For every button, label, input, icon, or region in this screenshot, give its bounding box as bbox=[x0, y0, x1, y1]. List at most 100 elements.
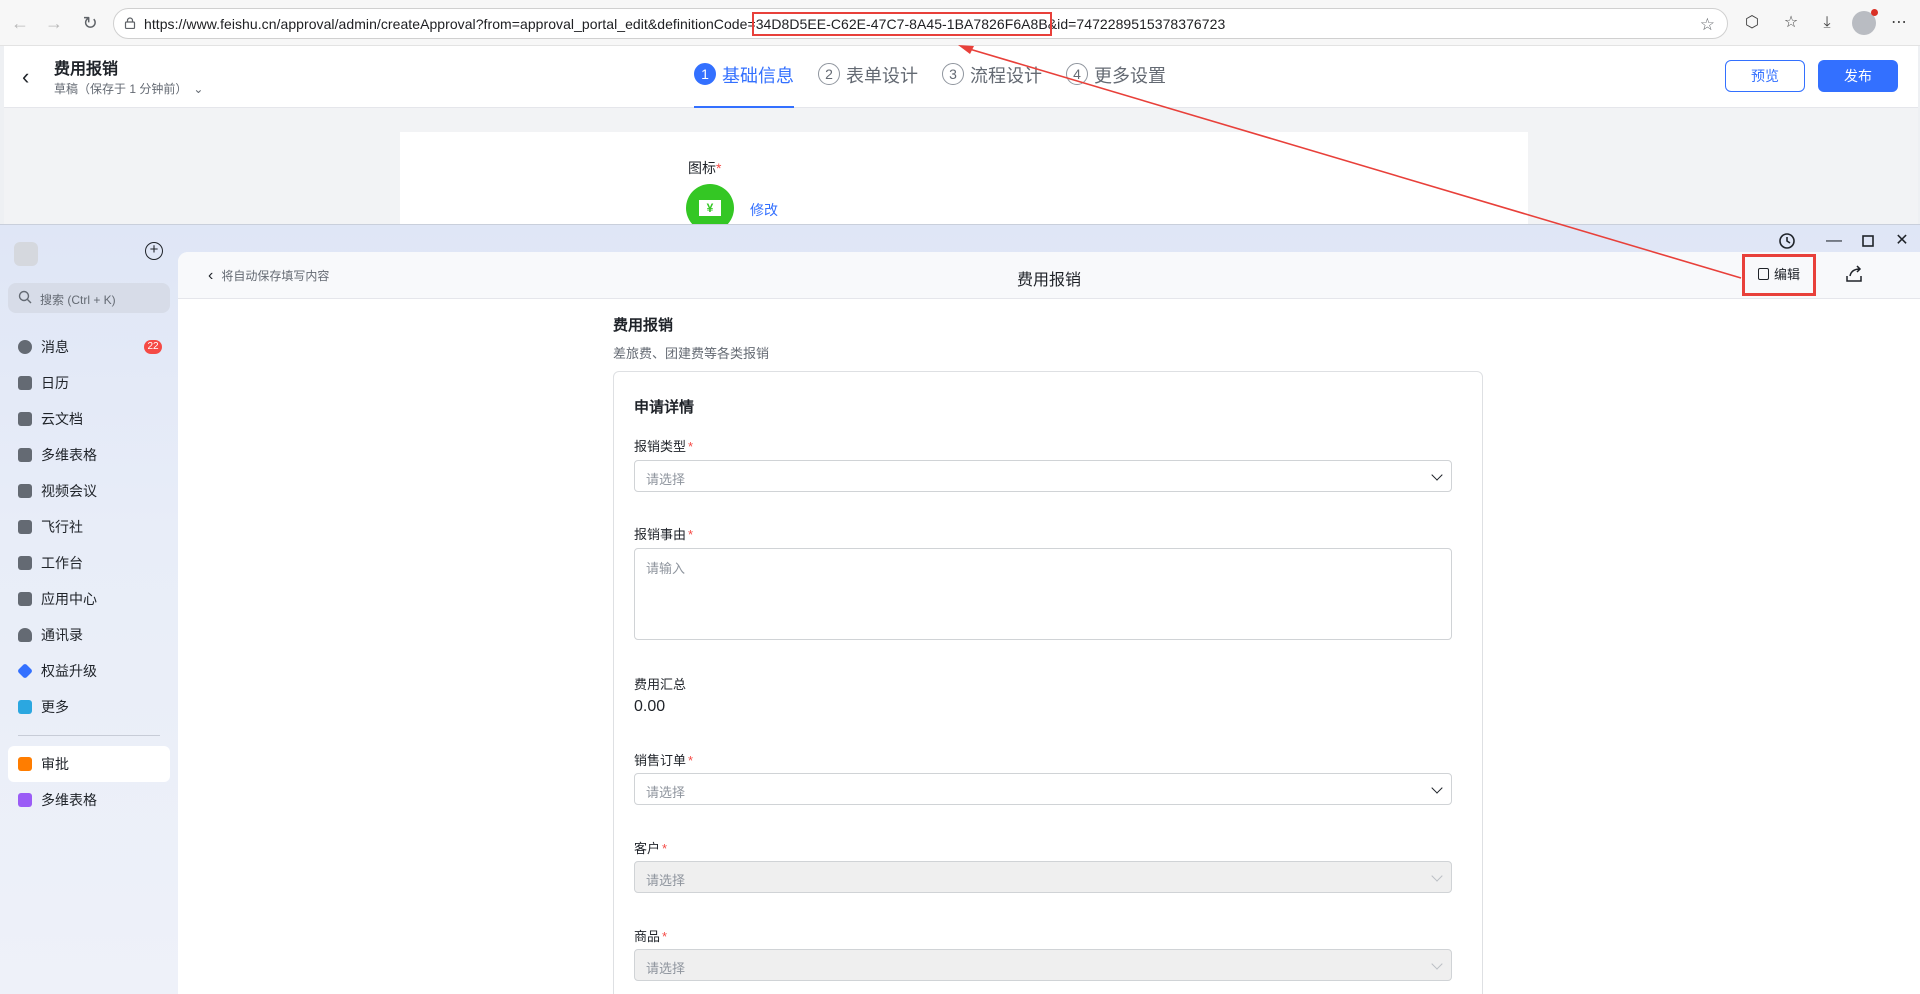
share-icon[interactable] bbox=[1844, 264, 1864, 284]
search-placeholder: 搜索 (Ctrl + K) bbox=[40, 293, 116, 307]
search-input[interactable]: 搜索 (Ctrl + K) bbox=[8, 283, 170, 313]
step-form-design[interactable]: 2 表单设计 bbox=[818, 62, 918, 108]
search-icon bbox=[18, 290, 32, 304]
type-select[interactable]: 请选择 bbox=[634, 460, 1452, 492]
plus-icon[interactable]: + bbox=[145, 242, 163, 260]
user-avatar[interactable] bbox=[14, 242, 38, 266]
sidebar-item-workplace[interactable]: 工作台 bbox=[8, 545, 170, 581]
sidebar-item-app-center[interactable]: 应用中心 bbox=[8, 581, 170, 617]
step-process-design[interactable]: 3 流程设计 bbox=[942, 62, 1042, 108]
chevron-down-icon: ⌄ bbox=[193, 82, 204, 96]
step-basic-info[interactable]: 1 基础信息 bbox=[694, 62, 794, 108]
field-label-type: 报销类型 * bbox=[634, 436, 693, 455]
extensions-icon[interactable]: ⬡ bbox=[1741, 12, 1763, 34]
approval-description: 差旅费、团建费等各类报销 bbox=[613, 346, 770, 361]
admin-body: 图标* ¥ 修改 bbox=[4, 108, 1918, 242]
base-icon bbox=[18, 448, 32, 462]
field-label-product: 商品 * bbox=[634, 926, 667, 945]
minimize-icon[interactable]: — bbox=[1822, 231, 1846, 251]
label-text: 费用汇总 bbox=[634, 677, 687, 692]
forward-arrow-icon[interactable]: → bbox=[44, 13, 64, 33]
preview-button[interactable]: 预览 bbox=[1725, 60, 1805, 92]
sidebar-item-approval[interactable]: 审批 bbox=[8, 746, 170, 782]
customer-select[interactable]: 请选择 bbox=[634, 861, 1452, 893]
draft-status[interactable]: 草稿（保存于 1 分钟前） ⌄ bbox=[54, 80, 203, 97]
icon-field-label: 图标* bbox=[688, 158, 721, 178]
step-tabs: 1 基础信息 2 表单设计 3 流程设计 4 更多设置 bbox=[694, 62, 1166, 108]
download-icon[interactable]: ⤓ bbox=[1816, 12, 1838, 34]
sidebar-item-docs[interactable]: 云文档 bbox=[8, 401, 170, 437]
label-text: 客户 bbox=[634, 841, 661, 856]
required-mark: * bbox=[688, 439, 694, 454]
sidebar-item-flying-club[interactable]: 飞行社 bbox=[8, 509, 170, 545]
field-label-order: 销售订单 * bbox=[634, 750, 693, 769]
chat-icon bbox=[18, 340, 32, 354]
close-icon[interactable]: ✕ bbox=[1890, 231, 1914, 251]
edit-button[interactable]: 编辑 bbox=[1742, 254, 1816, 296]
required-mark: * bbox=[716, 160, 722, 176]
diamond-icon bbox=[17, 663, 33, 679]
sidebar-item-base[interactable]: 多维表格 bbox=[8, 437, 170, 473]
order-select[interactable]: 请选择 bbox=[634, 773, 1452, 805]
edit-doc-icon bbox=[1757, 268, 1769, 280]
sidebar-item-label: 权益升级 bbox=[41, 663, 97, 679]
history-icon[interactable] bbox=[1775, 231, 1799, 251]
sidebar-item-upgrade[interactable]: 权益升级 bbox=[8, 653, 170, 689]
chevron-down-icon bbox=[1431, 469, 1443, 481]
contacts-icon bbox=[18, 628, 32, 642]
sidebar-item-calendar[interactable]: 日历 bbox=[8, 365, 170, 401]
sidebar-item-more[interactable]: 更多 bbox=[8, 689, 170, 725]
maximize-icon[interactable] bbox=[1856, 231, 1880, 251]
sidebar-item-label: 云文档 bbox=[41, 411, 83, 427]
video-icon bbox=[18, 484, 32, 498]
bookmark-star-icon[interactable]: ☆ bbox=[1700, 15, 1715, 35]
sidebar-item-label: 消息 bbox=[41, 339, 69, 355]
label-text: 报销类型 bbox=[634, 439, 687, 454]
product-select[interactable]: 请选择 bbox=[634, 949, 1452, 981]
step-label: 流程设计 bbox=[970, 66, 1042, 86]
sidebar-item-label: 工作台 bbox=[41, 555, 83, 571]
sidebar-item-label: 通讯录 bbox=[41, 627, 83, 643]
sidebar-item-messages[interactable]: 消息 22 bbox=[8, 329, 170, 365]
admin-title: 费用报销 bbox=[54, 61, 119, 78]
docs-icon bbox=[18, 412, 32, 426]
unread-badge: 22 bbox=[144, 340, 162, 354]
sidebar-item-contacts[interactable]: 通讯录 bbox=[8, 617, 170, 653]
modify-icon-link[interactable]: 修改 bbox=[750, 200, 778, 220]
sidebar-item-meetings[interactable]: 视频会议 bbox=[8, 473, 170, 509]
sidebar-item-label: 应用中心 bbox=[41, 591, 97, 607]
field-label-reason: 报销事由 * bbox=[634, 524, 693, 543]
grid-icon bbox=[18, 556, 32, 570]
sidebar-item-label: 多维表格 bbox=[41, 792, 97, 808]
required-mark: * bbox=[688, 753, 694, 768]
placeholder: 请选择 bbox=[646, 873, 686, 888]
draft-status-text: 草稿（保存于 1 分钟前） bbox=[54, 82, 188, 96]
base-icon bbox=[18, 793, 32, 807]
chevron-down-icon bbox=[1431, 958, 1443, 970]
url-text: https://www.feishu.cn/approval/admin/cre… bbox=[144, 12, 1225, 36]
url-prefix: https://www.feishu.cn/approval/admin/cre… bbox=[144, 16, 756, 32]
label-text: 销售订单 bbox=[634, 753, 687, 768]
step-more-settings[interactable]: 4 更多设置 bbox=[1066, 62, 1166, 108]
sidebar-item-label: 更多 bbox=[41, 699, 69, 715]
calendar-icon bbox=[18, 376, 32, 390]
step-number: 2 bbox=[818, 63, 840, 85]
step-label: 表单设计 bbox=[846, 66, 918, 86]
publish-button[interactable]: 发布 bbox=[1818, 60, 1898, 92]
favorites-icon[interactable]: ☆ bbox=[1780, 12, 1802, 34]
address-bar[interactable]: https://www.feishu.cn/approval/admin/cre… bbox=[113, 8, 1728, 39]
nav-list: 消息 22 日历 云文档 多维表格 视频会议 飞行社 工作台 应用中心 通讯录 权… bbox=[8, 329, 170, 818]
approval-form-panel: ‹ 将自动保存填写内容 费用报销 编辑 费用报销 差旅费、团建费等各类报销 申请详… bbox=[178, 252, 1920, 994]
reason-textarea[interactable]: 请输入 bbox=[634, 548, 1452, 640]
sidebar-item-base-pinned[interactable]: 多维表格 bbox=[8, 782, 170, 818]
placeholder: 请选择 bbox=[646, 961, 686, 976]
back-arrow-icon[interactable]: ← bbox=[10, 13, 30, 33]
nav-divider bbox=[18, 735, 160, 736]
profile-avatar[interactable] bbox=[1852, 9, 1878, 35]
more-menu-icon[interactable]: ⋯ bbox=[1888, 12, 1910, 34]
admin-back-chevron-icon[interactable]: ‹ bbox=[22, 64, 29, 90]
placeholder: 请选择 bbox=[646, 472, 686, 487]
sidebar-item-label: 视频会议 bbox=[41, 483, 97, 499]
sidebar-item-label: 多维表格 bbox=[41, 447, 97, 463]
reload-icon[interactable]: ↻ bbox=[80, 13, 100, 33]
